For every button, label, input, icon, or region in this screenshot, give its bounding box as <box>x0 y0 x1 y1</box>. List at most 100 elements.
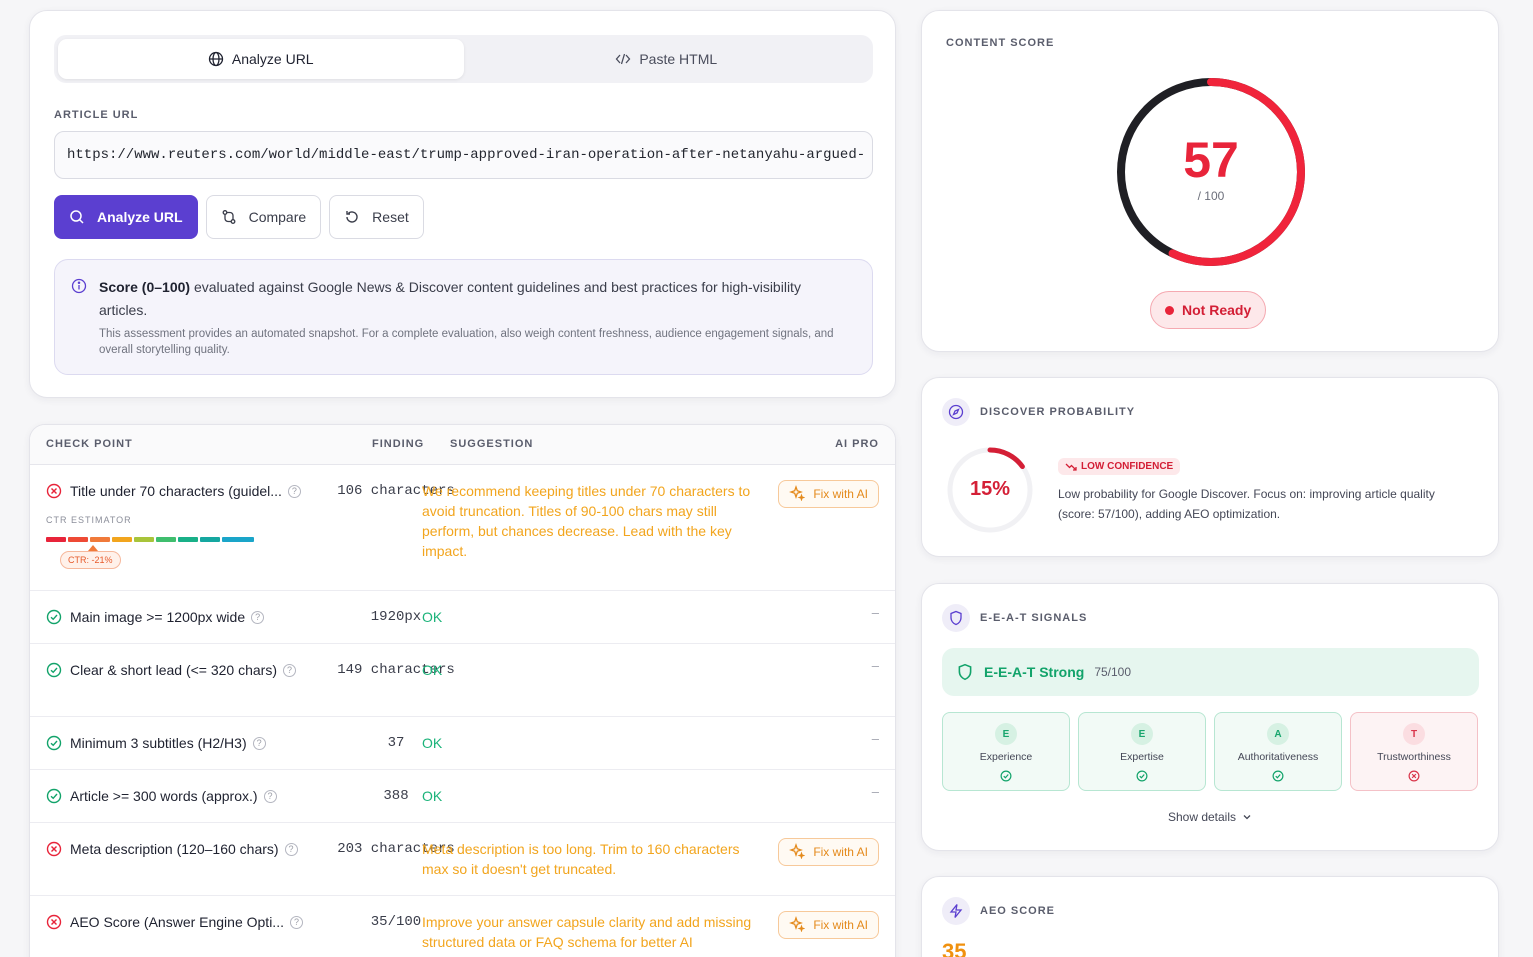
analyze-url-label: Analyze URL <box>97 209 183 225</box>
checkpoint-name: Minimum 3 subtitles (H2/H3)? <box>70 735 266 751</box>
col-ai-pro: AI PRO <box>835 438 879 450</box>
content-score-card: CONTENT SCORE 57 / 100 Not Ready <box>921 10 1499 352</box>
shield-icon <box>942 604 970 632</box>
help-icon[interactable]: ? <box>287 484 301 498</box>
ctr-scale <box>46 537 254 542</box>
checkpoint-name: Clear & short lead (<= 320 chars)? <box>70 662 296 678</box>
suggestion-text: We recommend keeping titles under 70 cha… <box>422 483 751 559</box>
pass-icon <box>46 609 62 630</box>
ctr-scale-segment <box>200 537 220 542</box>
reset-button[interactable]: Reset <box>329 195 424 239</box>
suggestion-text: Improve your answer capsule clarity and … <box>422 914 752 950</box>
table-row: Minimum 3 subtitles (H2/H3)? 37 OK – <box>30 717 895 770</box>
fail-icon <box>46 841 62 862</box>
ctr-scale-segment <box>90 537 110 542</box>
checkpoint-label: Meta description (120–160 chars) <box>70 841 279 857</box>
checkpoint-label: Article >= 300 words (approx.) <box>70 788 258 804</box>
fix-with-ai-label: Fix with AI <box>813 918 868 932</box>
tab-analyze-url[interactable]: Analyze URL <box>58 39 464 79</box>
fix-with-ai-button[interactable]: Fix with AI <box>778 911 879 939</box>
confidence-label: LOW CONFIDENCE <box>1081 461 1174 472</box>
table-header: CHECK POINT FINDING SUGGESTION AI PRO <box>30 425 895 465</box>
trend-down-icon <box>1065 463 1077 471</box>
lightning-icon <box>942 897 970 925</box>
sparkles-icon <box>789 484 806 504</box>
eeat-letter: T <box>1403 723 1425 745</box>
checkpoint-label: Minimum 3 subtitles (H2/H3) <box>70 735 247 751</box>
score-denominator: / 100 <box>1197 189 1225 203</box>
fix-with-ai-button[interactable]: Fix with AI <box>778 838 879 866</box>
pass-icon <box>46 788 62 809</box>
eeat-letter: E <box>1131 723 1153 745</box>
suggestion-text: Meta description is too long. Trim to 16… <box>422 841 740 877</box>
aeo-score-value: 35 <box>942 939 967 957</box>
checkpoint-name: Meta description (120–160 chars)? <box>70 841 298 857</box>
score-value: 57 <box>1183 132 1239 188</box>
eeat-label: E-E-A-T SIGNALS <box>980 612 1088 624</box>
show-details-button[interactable]: Show details <box>922 810 1498 824</box>
col-checkpoint: CHECK POINT <box>46 438 133 450</box>
reset-icon <box>346 211 358 223</box>
checkpoint-name: AEO Score (Answer Engine Opti...? <box>70 914 303 930</box>
eeat-tile-trustworthiness: T Trustworthiness <box>1350 712 1478 791</box>
tab-label: Paste HTML <box>639 51 718 67</box>
help-icon[interactable]: ? <box>284 842 298 856</box>
suggestion-text: OK <box>422 788 443 804</box>
no-action-dash: – <box>871 605 879 620</box>
info-icon <box>71 278 87 294</box>
x-circle-icon <box>1408 769 1420 787</box>
sparkles-icon <box>789 842 806 862</box>
table-row: Article >= 300 words (approx.)? 388 OK – <box>30 770 895 823</box>
ctr-scale-segment <box>222 537 254 542</box>
status-badge: Not Ready <box>1150 291 1267 329</box>
article-url-input[interactable]: https://www.reuters.com/world/middle-eas… <box>54 131 873 179</box>
help-icon[interactable]: ? <box>251 610 265 624</box>
checkpoint-table: CHECK POINT FINDING SUGGESTION AI PRO Ti… <box>29 424 896 957</box>
compare-icon <box>222 210 236 224</box>
tab-paste-html[interactable]: Paste HTML <box>464 39 870 79</box>
pass-icon <box>46 662 62 683</box>
compare-button[interactable]: Compare <box>205 195 322 239</box>
discover-percent: 15% <box>969 478 1011 500</box>
checkpoint-label: AEO Score (Answer Engine Opti... <box>70 914 284 930</box>
eeat-letter: E <box>995 723 1017 745</box>
check-circle-icon <box>1000 769 1012 787</box>
table-row: Meta description (120–160 chars)? 203 cha… <box>30 823 895 896</box>
tab-label: Analyze URL <box>231 51 314 67</box>
checkpoint-name: Title under 70 characters (guidel...? <box>70 483 301 499</box>
shield-check-icon <box>958 663 972 681</box>
checkpoint-label: Main image >= 1200px wide <box>70 609 246 625</box>
article-url-label: ARTICLE URL <box>54 109 139 121</box>
suggestion-text: OK <box>422 609 443 625</box>
mode-tabs: Analyze URL Paste HTML <box>54 35 873 83</box>
checkpoint-label: Clear & short lead (<= 320 chars) <box>70 662 277 678</box>
help-icon[interactable]: ? <box>289 915 303 929</box>
eeat-strong-label: E-E-A-T Strong <box>984 664 1085 680</box>
no-action-dash: – <box>871 784 879 799</box>
ctr-estimator-label: CTR ESTIMATOR <box>46 515 132 525</box>
analyze-url-button[interactable]: Analyze URL <box>54 195 198 239</box>
col-suggestion: SUGGESTION <box>450 438 534 450</box>
fix-with-ai-label: Fix with AI <box>813 845 868 859</box>
pass-icon <box>46 735 62 756</box>
table-row: Clear & short lead (<= 320 chars)? 149 ch… <box>30 644 895 717</box>
aeo-label: AEO SCORE <box>980 905 1056 917</box>
ctr-scale-segment <box>46 537 66 542</box>
fix-with-ai-button[interactable]: Fix with AI <box>778 480 879 508</box>
table-row: AEO Score (Answer Engine Opti...? 35/100 I… <box>30 896 895 957</box>
help-icon[interactable]: ? <box>283 663 296 677</box>
eeat-name: Authoritativeness <box>1237 751 1319 763</box>
fix-with-ai-label: Fix with AI <box>813 487 868 501</box>
no-action-dash: – <box>871 658 879 673</box>
fail-icon <box>46 483 62 504</box>
table-row: Title under 70 characters (guidel...? 106… <box>30 465 895 591</box>
col-finding: FINDING <box>372 438 425 450</box>
eeat-letter: A <box>1267 723 1289 745</box>
check-circle-icon <box>1136 769 1148 787</box>
help-icon[interactable]: ? <box>263 789 277 803</box>
info-subtext: This assessment provides an automated sn… <box>99 328 834 356</box>
eeat-name: Trustworthiness <box>1377 751 1451 763</box>
status-label: Not Ready <box>1182 302 1252 318</box>
help-icon[interactable]: ? <box>252 736 266 750</box>
ctr-scale-segment <box>178 537 198 542</box>
